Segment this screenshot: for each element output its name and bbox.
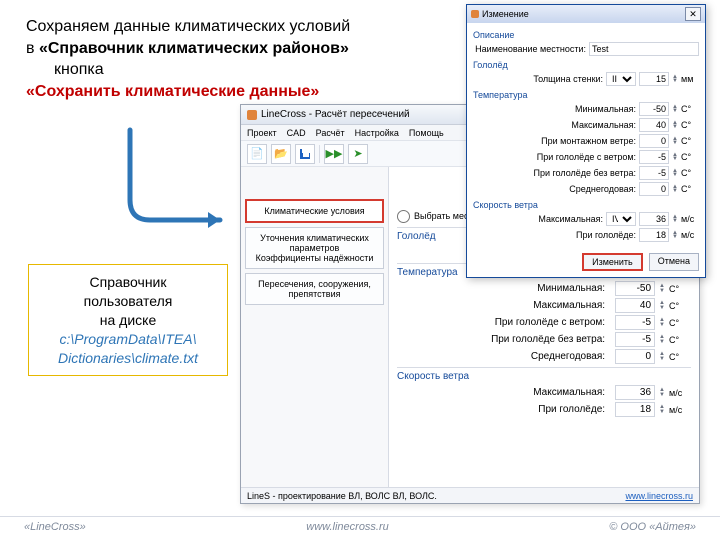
status-link[interactable]: www.linecross.ru [625,491,693,501]
d-temp-avg[interactable]: 0 [639,182,669,196]
arrow-icon [90,120,250,250]
dialog-title: Изменение [482,9,529,19]
dialog-icon [471,10,479,18]
temp-ice-nowind-input[interactable]: -5 [615,332,655,347]
instr-line4: «Сохранить климатические данные» [26,81,350,103]
app-icon [247,110,257,120]
instr-line3: кнопка [54,59,350,81]
run-icon[interactable]: ▶▶ [324,144,344,164]
temp-ice-wind-input[interactable]: -5 [615,315,655,330]
status-text: LineS - проектирование ВЛ, ВОЛС ВЛ, ВОЛС… [247,491,437,501]
location-name-input[interactable] [589,42,699,56]
menu-cad[interactable]: CAD [287,128,306,138]
instr-line1: Сохраняем данные климатических условий [26,16,350,38]
d-wind-ice[interactable]: 18 [639,228,669,242]
dialog-titlebar: Изменение ✕ [467,5,705,23]
close-icon[interactable]: ✕ [685,7,701,21]
status-bar: LineS - проектирование ВЛ, ВОЛС ВЛ, ВОЛС… [241,487,699,503]
cancel-button[interactable]: Отмена [649,253,699,271]
d-wind-max[interactable]: 36 [639,212,669,226]
menu-calc[interactable]: Расчёт [316,128,345,138]
new-file-icon[interactable]: 📄 [247,144,267,164]
group-wind: Скорость ветра [397,367,691,384]
dgroup-temp: Температура [473,87,699,101]
temp-max-input[interactable]: 40 [615,298,655,313]
instr-line2: в «Справочник климатических районов» [26,38,350,60]
menu-help[interactable]: Помощь [409,128,444,138]
nav-climate-conditions[interactable]: Климатические условия [245,199,384,223]
d-temp-min[interactable]: -50 [639,102,669,116]
app-title: LineCross - Расчёт пересечений [261,109,410,120]
forward-icon[interactable]: ➤ [348,144,368,164]
save-icon[interactable] [295,144,315,164]
dgroup-wind: Скорость ветра [473,197,699,211]
dgroup-ice: Гололёд [473,57,699,71]
d-temp-mount[interactable]: 0 [639,134,669,148]
radio-select-location[interactable] [397,210,410,223]
footer-right: © ООО «Айтея» [609,521,696,533]
reference-box: Справочник пользователя на диске c:\Prog… [28,264,228,376]
d-temp-ice-wind[interactable]: -5 [639,150,669,164]
left-nav: Климатические условия Уточнения климатич… [241,167,389,487]
ice-class-select[interactable]: II [606,72,636,86]
menu-settings[interactable]: Настройка [355,128,399,138]
menu-project[interactable]: Проект [247,128,277,138]
d-temp-max[interactable]: 40 [639,118,669,132]
footer-left: «LineCross» [24,521,86,533]
open-file-icon[interactable]: 📂 [271,144,291,164]
wind-max-input[interactable]: 36 [615,385,655,400]
d-temp-ice-nowind[interactable]: -5 [639,166,669,180]
edit-dialog: Изменение ✕ Описание Наименование местно… [466,4,706,278]
temp-avg-input[interactable]: 0 [615,349,655,364]
wind-ice-input[interactable]: 18 [615,402,655,417]
nav-refinements[interactable]: Уточнения климатических параметров Коэфф… [245,227,384,269]
footer-center: www.linecross.ru [306,521,389,533]
instructions-text: Сохраняем данные климатических условий в… [26,16,350,102]
temp-min-input[interactable]: -50 [615,281,655,296]
d-ice-thickness[interactable]: 15 [639,72,669,86]
nav-crossings[interactable]: Пересечения, сооружения, препятствия [245,273,384,305]
wind-class-select[interactable]: IV [606,212,636,226]
apply-button[interactable]: Изменить [582,253,643,271]
page-footer: «LineCross» www.linecross.ru © ООО «Айте… [0,516,720,536]
dgroup-desc: Описание [473,27,699,41]
